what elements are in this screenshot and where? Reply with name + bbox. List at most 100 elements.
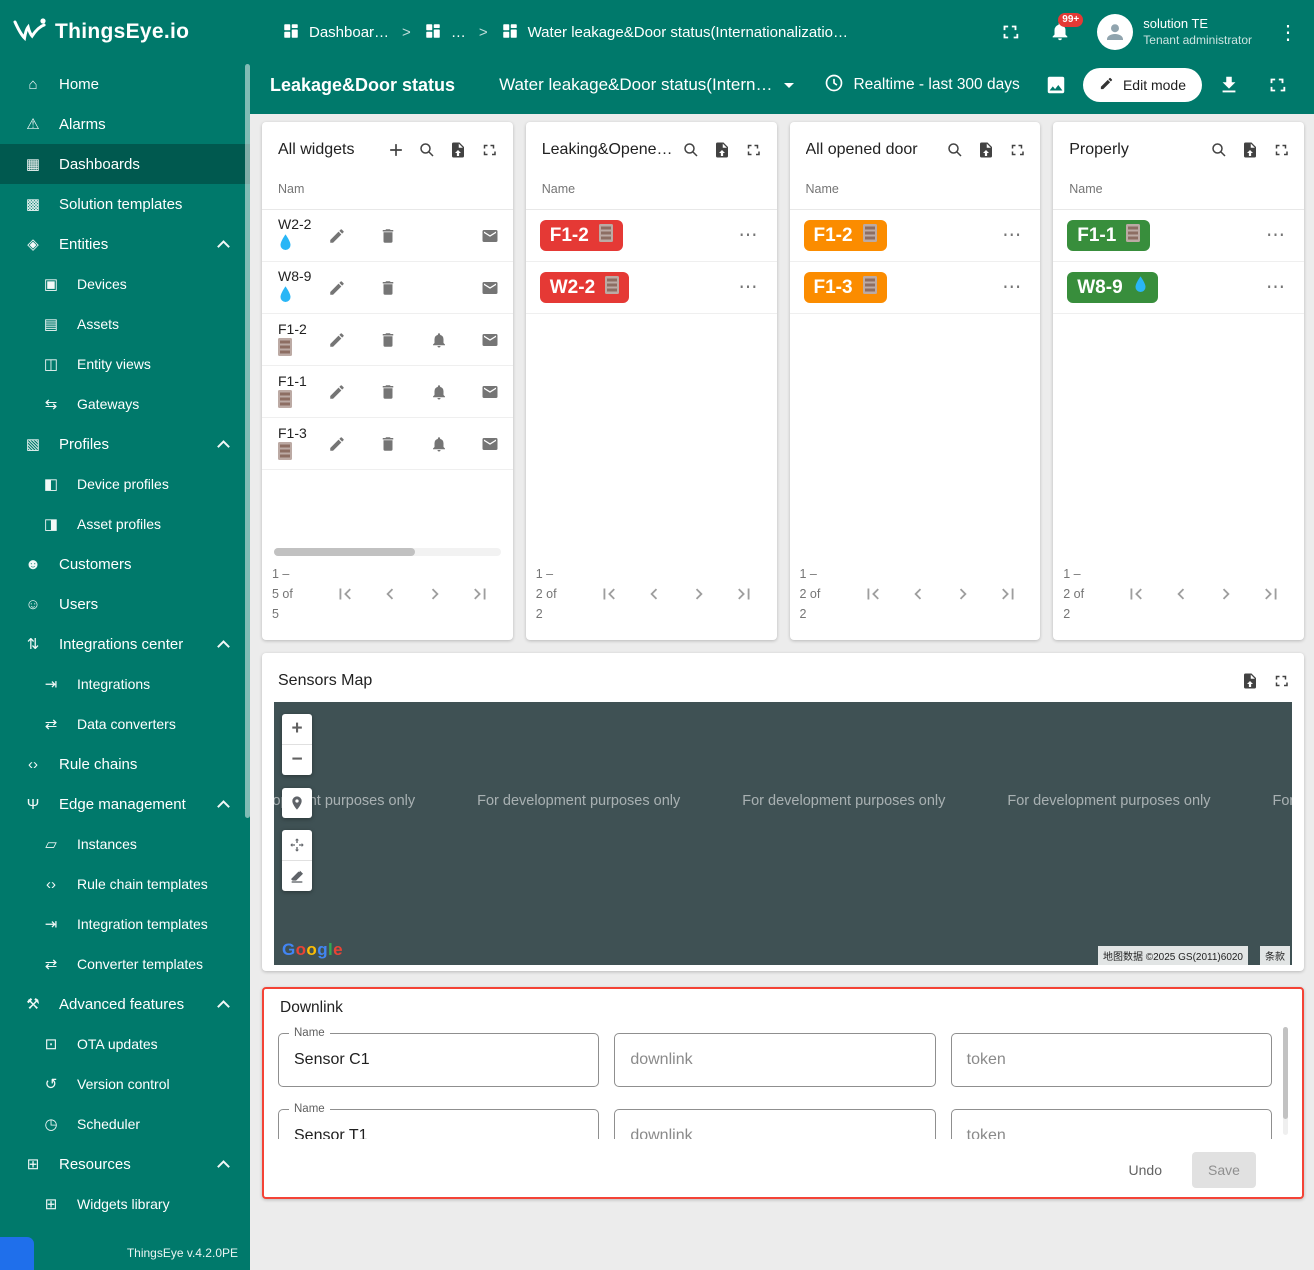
more-icon[interactable]: ⋯ (1000, 274, 1024, 301)
last-page-button[interactable] (997, 583, 1019, 605)
next-page-button[interactable] (424, 583, 446, 605)
save-button[interactable]: Save (1192, 1152, 1256, 1188)
sidebar-item-devices[interactable]: ▣Devices (0, 264, 250, 304)
export-icon[interactable] (1234, 666, 1265, 696)
sidebar-item-rule-chain-templates[interactable]: ‹›Rule chain templates (0, 864, 250, 904)
email-icon[interactable] (477, 223, 503, 249)
more-icon[interactable]: ⋯ (1000, 222, 1024, 249)
prev-page-button[interactable] (379, 583, 401, 605)
map-terms-link[interactable]: 条款 (1260, 946, 1290, 965)
delete-icon[interactable] (375, 223, 401, 249)
edit-icon[interactable] (324, 379, 350, 405)
more-menu-icon[interactable] (1278, 20, 1298, 45)
sidebar-item-solution-templates[interactable]: ▩Solution templates (0, 184, 250, 224)
sidebar-item-rule-chains[interactable]: ‹›Rule chains (0, 744, 250, 784)
more-icon[interactable]: ⋯ (1264, 274, 1288, 301)
sidebar-item-scheduler[interactable]: ◷Scheduler (0, 1104, 250, 1144)
sidebar-item-entities[interactable]: ◈Entities (0, 224, 250, 264)
sidebar-item-asset-profiles[interactable]: ◨Asset profiles (0, 504, 250, 544)
undo-button[interactable]: Undo (1129, 1162, 1162, 1178)
last-page-button[interactable] (469, 583, 491, 605)
export-icon[interactable] (443, 135, 474, 165)
sidebar-item-gateways[interactable]: ⇆Gateways (0, 384, 250, 424)
prev-page-button[interactable] (643, 583, 665, 605)
avatar[interactable] (1097, 14, 1133, 50)
search-icon[interactable] (939, 135, 970, 165)
sidebar-item-device-profiles[interactable]: ◧Device profiles (0, 464, 250, 504)
export-icon[interactable] (1234, 135, 1265, 165)
scrollbar-thumb[interactable] (1283, 1027, 1288, 1119)
logo[interactable]: ThingsEye.io (0, 0, 250, 64)
sidebar-scrollbar[interactable] (245, 64, 250, 818)
scrollbar-thumb[interactable] (274, 548, 415, 556)
next-page-button[interactable] (952, 583, 974, 605)
sidebar-item-integrations[interactable]: ⇥Integrations (0, 664, 250, 704)
sidebar-item-ota-updates[interactable]: ⊡OTA updates (0, 1024, 250, 1064)
edit-icon[interactable] (324, 223, 350, 249)
more-icon[interactable]: ⋯ (1264, 222, 1288, 249)
dashboard-selector[interactable]: Water leakage&Door status(Intern… (499, 75, 794, 95)
sidebar-item-data-converters[interactable]: ⇄Data converters (0, 704, 250, 744)
dashboard-image-icon[interactable] (1045, 74, 1067, 96)
map-canvas[interactable]: For development purposes onlyFor develop… (274, 702, 1292, 965)
bottom-left-widget-button[interactable] (0, 1237, 34, 1270)
edit-mode-button[interactable]: Edit mode (1083, 68, 1202, 102)
sidebar-item-instances[interactable]: ▱Instances (0, 824, 250, 864)
delete-icon[interactable] (375, 431, 401, 457)
bell-icon[interactable] (426, 431, 452, 457)
first-page-button[interactable] (862, 583, 884, 605)
sidebar-item-resources[interactable]: ⊞Resources (0, 1144, 250, 1184)
fullscreen-icon[interactable] (1265, 666, 1296, 696)
email-icon[interactable] (477, 327, 503, 353)
more-icon[interactable]: ⋯ (737, 222, 761, 249)
sidebar-item-entity-views[interactable]: ◫Entity views (0, 344, 250, 384)
edit-icon[interactable] (324, 327, 350, 353)
sidebar-item-dashboards[interactable]: ▦Dashboards (0, 144, 250, 184)
sidebar-item-integration-templates[interactable]: ⇥Integration templates (0, 904, 250, 944)
last-page-button[interactable] (733, 583, 755, 605)
downlink-field[interactable]: downlink (614, 1033, 935, 1087)
sidebar-item-users[interactable]: ☺Users (0, 584, 250, 624)
next-page-button[interactable] (1215, 583, 1237, 605)
add-icon[interactable] (381, 135, 412, 165)
sidebar-item-version-control[interactable]: ↺Version control (0, 1064, 250, 1104)
fullscreen-icon[interactable] (1265, 135, 1296, 165)
bell-icon[interactable] (426, 327, 452, 353)
sidebar-item-widgets-library[interactable]: ⊞Widgets library (0, 1184, 250, 1224)
breadcrumb-collapsed[interactable]: … (424, 22, 466, 43)
sidebar-item-home[interactable]: ⌂Home (0, 64, 250, 104)
map-eraser-tool-button[interactable] (282, 861, 312, 891)
fullscreen-icon[interactable] (1001, 135, 1032, 165)
sidebar-item-advanced-features[interactable]: ⚒Advanced features (0, 984, 250, 1024)
first-page-button[interactable] (334, 583, 356, 605)
search-icon[interactable] (676, 135, 707, 165)
token-field[interactable]: token (951, 1033, 1272, 1087)
email-icon[interactable] (477, 275, 503, 301)
first-page-button[interactable] (598, 583, 620, 605)
search-icon[interactable] (412, 135, 443, 165)
notifications-button[interactable]: 99+ (1049, 20, 1071, 45)
sidebar-item-alarms[interactable]: ⚠Alarms (0, 104, 250, 144)
sidebar-item-assets[interactable]: ▤Assets (0, 304, 250, 344)
edit-icon[interactable] (324, 431, 350, 457)
first-page-button[interactable] (1125, 583, 1147, 605)
downlink-field[interactable]: downlink (614, 1109, 935, 1139)
fullscreen-icon[interactable] (999, 21, 1021, 43)
breadcrumb-dashboards[interactable]: Dashboar… (282, 22, 389, 43)
export-icon[interactable] (970, 135, 1001, 165)
zoom-in-button[interactable]: + (282, 714, 312, 744)
sidebar-item-converter-templates[interactable]: ⇄Converter templates (0, 944, 250, 984)
map-marker-tool-button[interactable] (282, 788, 312, 818)
google-logo[interactable]: Google (282, 940, 343, 960)
bell-icon[interactable] (426, 379, 452, 405)
email-icon[interactable] (477, 379, 503, 405)
name-field[interactable]: Name Sensor C1 (278, 1033, 599, 1087)
delete-icon[interactable] (375, 379, 401, 405)
last-page-button[interactable] (1260, 583, 1282, 605)
delete-icon[interactable] (375, 275, 401, 301)
export-icon[interactable] (707, 135, 738, 165)
next-page-button[interactable] (688, 583, 710, 605)
name-field[interactable]: Name Sensor T1 (278, 1109, 599, 1139)
download-icon[interactable] (1218, 74, 1240, 96)
sidebar-item-integrations-center[interactable]: ⇅Integrations center (0, 624, 250, 664)
